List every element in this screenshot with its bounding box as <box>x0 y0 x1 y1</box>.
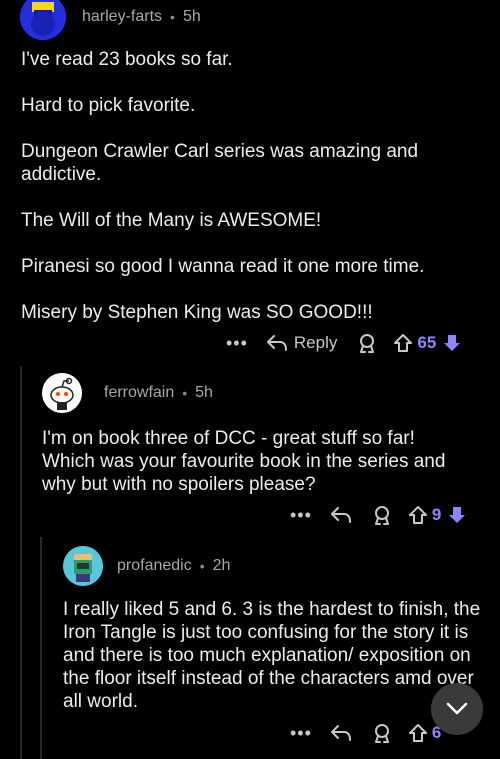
comment-header: harley-farts • 5h <box>20 0 201 40</box>
avatar[interactable] <box>42 373 82 413</box>
award-icon <box>374 506 389 525</box>
timestamp: 5h <box>182 8 201 25</box>
comment-actions: ••• 6 <box>290 723 447 743</box>
more-options-button[interactable]: ••• <box>290 506 312 524</box>
thread-line-level-2 <box>40 537 42 759</box>
downvote-button[interactable] <box>447 505 467 525</box>
comment-paragraph: The Will of the Many is AWESOME! <box>21 210 322 231</box>
comment-paragraph: I really liked 5 and 6. 3 is the hardest… <box>63 599 481 712</box>
downvote-icon <box>449 507 466 523</box>
upvote-button[interactable] <box>393 333 413 353</box>
downvote-button[interactable] <box>442 333 462 353</box>
thread-line-level-1 <box>20 366 22 759</box>
reply-label: Reply <box>293 333 338 352</box>
upvote-icon <box>408 506 427 524</box>
separator-dot: • <box>170 9 175 25</box>
author-name[interactable]: profanedic <box>117 557 192 575</box>
avatar[interactable] <box>63 546 103 586</box>
comment-header: profanedic • 2h <box>63 546 230 586</box>
reply-button[interactable]: Reply <box>266 333 337 353</box>
reply-icon <box>266 335 287 351</box>
vote-count: 65 <box>417 333 437 352</box>
comment-body: I've read 23 books so far. Hard to pick … <box>21 48 461 347</box>
comment-paragraph: I'm on book three of DCC - great stuff s… <box>42 428 446 495</box>
avatar[interactable] <box>20 0 66 40</box>
reply-icon <box>330 507 351 523</box>
comment-header: ferrowfain • 5h <box>42 373 213 413</box>
comment-body: I really liked 5 and 6. 3 is the hardest… <box>63 598 483 736</box>
author-name[interactable]: harley-farts <box>82 8 162 26</box>
user-avatar-icon <box>63 546 103 586</box>
award-icon <box>374 724 389 743</box>
upvote-button[interactable] <box>408 723 428 743</box>
comment-paragraph: Dungeon Crawler Carl series was amazing … <box>21 141 419 185</box>
timestamp: 5h <box>195 384 213 401</box>
reply-button[interactable] <box>330 724 352 742</box>
separator-dot: • <box>199 558 205 574</box>
separator-dot: • <box>182 385 188 401</box>
comment-paragraph: I've read 23 books so far. <box>21 49 233 70</box>
chevron-down-icon <box>446 702 468 715</box>
upvote-icon <box>394 334 413 352</box>
comment-paragraph: Misery by Stephen King was SO GOOD!!! <box>21 302 373 323</box>
user-avatar-icon <box>42 373 82 413</box>
timestamp: 2h <box>212 557 231 574</box>
upvote-icon <box>408 724 427 742</box>
downvote-icon <box>444 335 461 351</box>
award-button[interactable] <box>372 723 392 743</box>
award-button[interactable] <box>372 505 392 525</box>
more-options-button[interactable]: ••• <box>290 724 312 742</box>
comment-actions: ••• 9 <box>290 505 467 525</box>
comment-paragraph: Piranesi so good I wanna read it one mor… <box>21 256 425 277</box>
comment-actions: ••• Reply 65 <box>226 333 462 353</box>
reply-icon <box>330 725 351 741</box>
user-avatar-icon <box>20 0 66 40</box>
award-button[interactable] <box>357 333 377 353</box>
award-icon <box>360 334 375 353</box>
reply-button[interactable] <box>330 506 352 524</box>
scroll-to-next-button[interactable] <box>431 683 483 735</box>
vote-count: 9 <box>431 505 442 524</box>
comment-paragraph: Hard to pick favorite. <box>21 95 196 116</box>
more-options-button[interactable]: ••• <box>226 334 248 352</box>
upvote-button[interactable] <box>408 505 428 525</box>
author-name[interactable]: ferrowfain <box>104 384 174 402</box>
